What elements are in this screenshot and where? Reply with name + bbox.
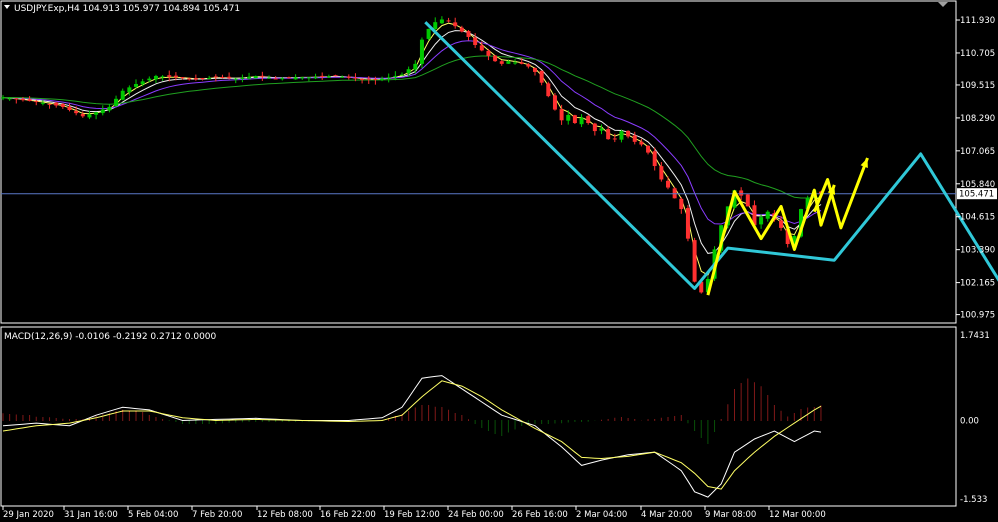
time-axis-label: 7 Feb 20:00	[192, 510, 242, 520]
candle	[419, 37, 424, 69]
time-axis-label: 2 Mar 04:00	[576, 510, 627, 520]
candle	[493, 55, 498, 62]
price-axis-label: 102.165	[960, 279, 995, 289]
candle	[253, 75, 258, 79]
price-axis-label: 109.515	[960, 81, 995, 91]
chart-window[interactable]: USDJPY.Exp,H4 104.913 105.977 104.894 10…	[0, 0, 998, 522]
symbol-header: USDJPY.Exp,H4 104.913 105.977 104.894 10…	[14, 4, 240, 14]
price-axis-label: 108.290	[960, 114, 995, 124]
macd-axis-label: 1.7431	[960, 331, 990, 341]
time-axis-label: 12 Mar 00:00	[769, 510, 826, 520]
candle	[692, 237, 697, 283]
price-axis-label: 107.065	[960, 147, 995, 157]
candle	[685, 205, 690, 242]
time-axis-label: 4 Mar 20:00	[641, 510, 692, 520]
price-axis-label: 111.930	[960, 16, 995, 26]
price-axis-label: 103.390	[960, 246, 995, 256]
candle	[572, 114, 577, 125]
candle	[426, 28, 431, 41]
time-axis-label: 5 Feb 04:00	[128, 510, 178, 520]
macd-axis-label: -1.533	[960, 495, 987, 505]
macd-header: MACD(12,26,9) -0.0106 -0.2192 0.2712 0.0…	[4, 332, 217, 342]
candle	[552, 92, 557, 111]
time-axis-label: 26 Feb 16:00	[512, 510, 568, 520]
macd-axis-label: 0.00	[960, 416, 979, 426]
chart-header: USDJPY.Exp,H4 104.913 105.977 104.894 10…	[4, 4, 240, 14]
current-price-label: 105.471	[957, 188, 997, 200]
time-axis-label: 19 Feb 12:00	[384, 510, 440, 520]
candle	[546, 81, 551, 98]
price-axis-label: 110.705	[960, 49, 995, 59]
time-axis-label: 24 Feb 00:00	[448, 510, 504, 520]
svg-text:105.471: 105.471	[959, 190, 994, 200]
time-axis-label: 31 Jan 16:00	[64, 510, 118, 520]
time-axis-label: 29 Jan 2020	[3, 510, 54, 520]
time-axis-label: 16 Feb 22:00	[320, 510, 376, 520]
time-axis-label: 9 Mar 08:00	[705, 510, 756, 520]
candle	[672, 187, 677, 199]
price-axis-label: 104.615	[960, 213, 995, 223]
price-axis-label: 100.975	[960, 311, 995, 321]
time-axis-label: 12 Feb 08:00	[257, 510, 313, 520]
candle	[745, 193, 750, 207]
